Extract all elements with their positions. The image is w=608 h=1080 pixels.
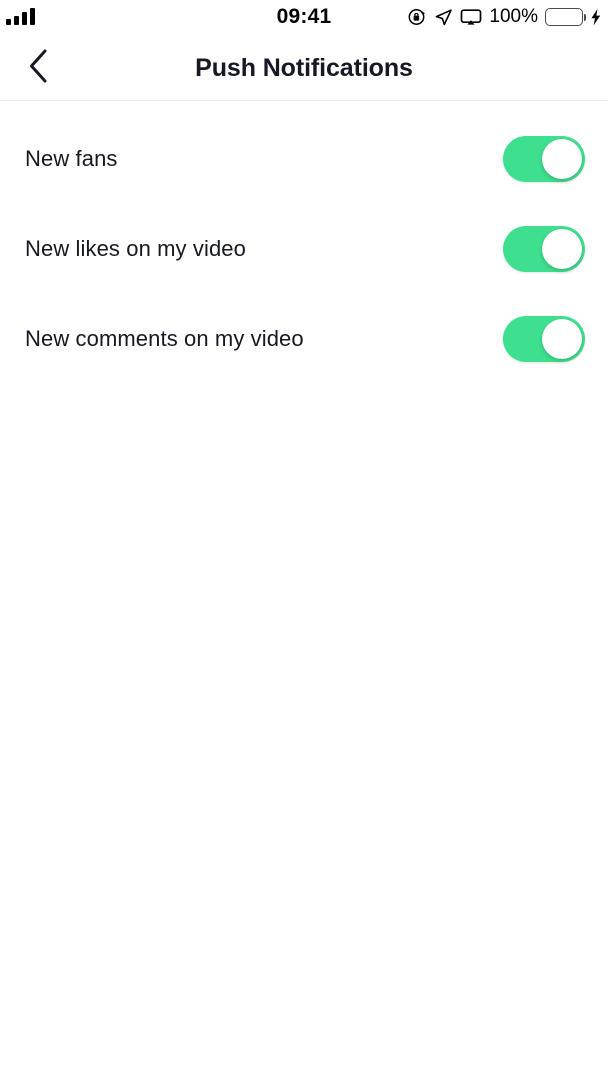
status-bar-right-cluster: 100% <box>407 6 602 28</box>
status-bar: 09:41 100% <box>0 0 608 36</box>
setting-label: New fans <box>25 146 118 171</box>
toggle-knob <box>542 139 582 179</box>
airplay-icon <box>460 8 482 27</box>
toggle-knob <box>542 319 582 359</box>
setting-row-new-fans[interactable]: New fans <box>0 128 608 190</box>
battery-percent-label: 100% <box>489 6 538 27</box>
battery-icon <box>545 8 586 26</box>
toggle-new-likes[interactable] <box>503 226 585 272</box>
setting-row-new-comments[interactable]: New comments on my video <box>0 308 608 370</box>
toggle-new-fans[interactable] <box>503 136 585 182</box>
page-header: Push Notifications <box>0 36 608 101</box>
battery-cap <box>583 14 586 21</box>
setting-row-new-likes[interactable]: New likes on my video <box>0 218 608 280</box>
toggle-knob <box>542 229 582 269</box>
setting-label: New comments on my video <box>25 326 304 351</box>
toggle-new-comments[interactable] <box>503 316 585 362</box>
rotation-lock-icon <box>407 7 427 27</box>
location-arrow-icon <box>434 8 453 27</box>
charging-bolt-icon <box>590 8 602 26</box>
settings-list: New fans New likes on my video New comme… <box>0 101 608 370</box>
page-title: Push Notifications <box>195 54 413 82</box>
setting-label: New likes on my video <box>25 236 246 261</box>
phone-screen: 09:41 100% Push Notifications New fans N… <box>0 0 608 1080</box>
